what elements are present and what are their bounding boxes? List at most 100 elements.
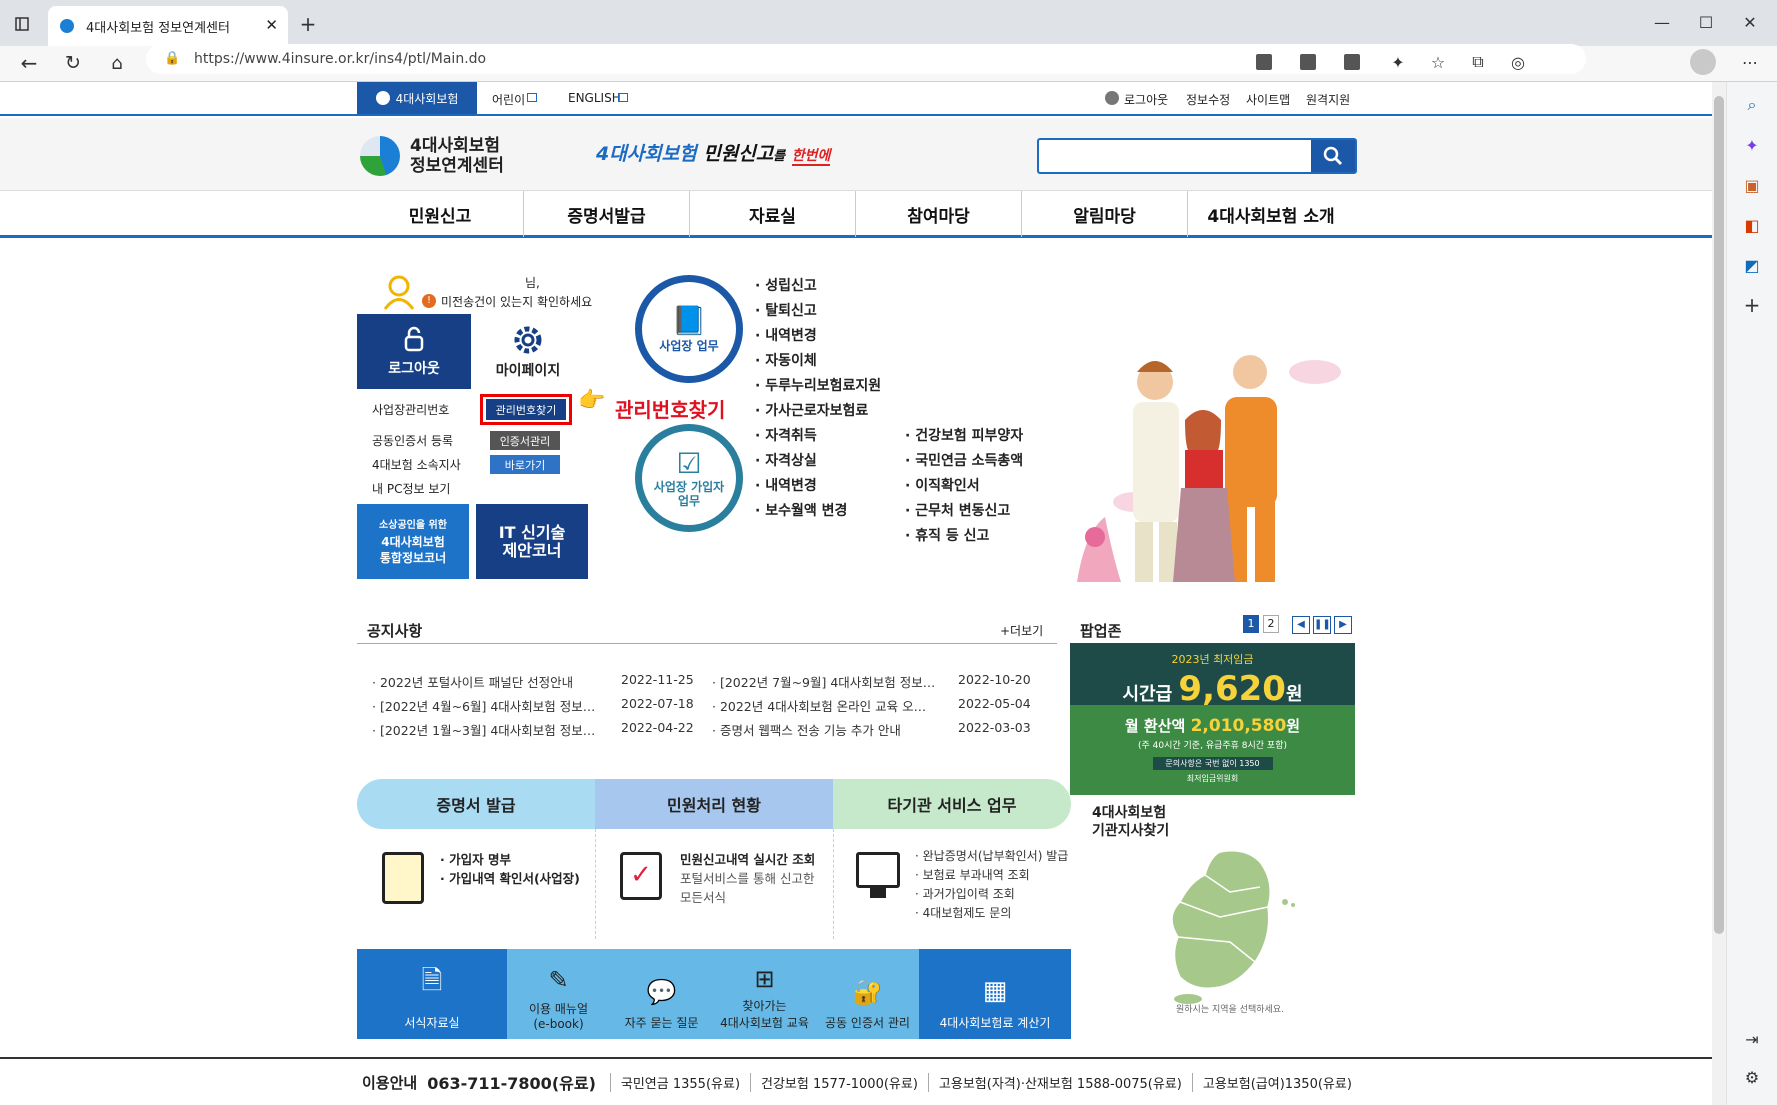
quick-forms[interactable]: 🗎 서식자료실 [357, 949, 507, 1039]
logo-mark-icon[interactable] [360, 136, 400, 176]
biz-item[interactable]: · 건강보험 피부양자 [905, 425, 1023, 450]
biz-item[interactable]: · 자격취득 [755, 425, 847, 450]
link-pc-info[interactable]: 내 PC정보 보기 [372, 480, 450, 497]
english-link[interactable]: ENGLISH [568, 91, 621, 105]
link-workplace-number[interactable]: 사업장관리번호 [372, 401, 449, 418]
search-input[interactable] [1043, 144, 1305, 168]
notice-item[interactable]: · [2022년 4월~6월] 4대사회보험 정보… [372, 696, 595, 715]
biz-item[interactable]: · 이직확인서 [905, 475, 1023, 500]
page-scrollbar[interactable] [1712, 82, 1726, 1105]
biz-item[interactable]: · 가사근로자보험료 [755, 400, 881, 425]
popup-next-icon[interactable]: ▶ [1334, 616, 1352, 634]
home-icon[interactable]: ⌂ [104, 50, 130, 76]
add-sidebar-icon[interactable]: + [1739, 292, 1765, 318]
popup-pause-icon[interactable]: ❚❚ [1313, 616, 1331, 634]
cert-item[interactable]: · 가입내역 확인서(사업장) [440, 869, 580, 888]
quick-cert-manage[interactable]: 🔐 공동 인증서 관리 [816, 949, 919, 1039]
korea-map[interactable] [1150, 847, 1300, 1007]
notice-item[interactable]: · [2022년 7월~9월] 4대사회보험 정보… [712, 672, 935, 691]
nav-participation[interactable]: 참여마당 [856, 191, 1022, 237]
nav-civil-report[interactable]: 민원신고 [357, 191, 524, 237]
search-button[interactable] [1311, 140, 1355, 172]
edit-info-link[interactable]: 정보수정 [1186, 91, 1230, 108]
profile-avatar[interactable] [1690, 49, 1716, 75]
kids-link[interactable]: 어린이 [492, 91, 525, 108]
popup-page-2[interactable]: 2 [1263, 615, 1279, 633]
notice-item[interactable]: · [2022년 1월~3월] 4대사회보험 정보… [372, 720, 595, 739]
mypage-button[interactable]: 마이페이지 [471, 314, 585, 389]
nav-notice[interactable]: 알림마당 [1022, 191, 1188, 237]
quick-education[interactable]: ⊞ 찾아가는 4대사회보험 교육 [713, 949, 816, 1039]
office-icon[interactable]: ◧ [1739, 212, 1765, 238]
biz-item[interactable]: · 성립신고 [755, 275, 881, 300]
biz-item[interactable]: · 보수월액 변경 [755, 500, 847, 525]
tab-close-icon[interactable]: ✕ [265, 16, 278, 34]
outlook-icon[interactable]: ◩ [1739, 252, 1765, 278]
remote-support-link[interactable]: 원격지원 [1306, 91, 1350, 108]
shortcut-button[interactable]: 바로가기 [490, 455, 560, 474]
sidebar-search-icon[interactable]: ⌕ [1739, 92, 1765, 118]
cert-manage-button[interactable]: 인증서관리 [490, 431, 560, 450]
biz-item[interactable]: · 국민연금 소득총액 [905, 450, 1023, 475]
tab-civil-status[interactable]: 민원처리 현황 [595, 779, 833, 829]
logout-link[interactable]: 로그아웃 [1124, 91, 1168, 108]
find-number-button[interactable]: 관리번호찾기 [486, 399, 566, 420]
sitemap-link[interactable]: 사이트맵 [1246, 91, 1290, 108]
civil-status-info[interactable]: 민원신고내역 실시간 조회 포털서비스를 통해 신고한 모든서식 [680, 850, 815, 907]
agency-item[interactable]: · 4대보험제도 문의 [915, 904, 1068, 923]
brand-tab[interactable]: 4대사회보험 [357, 82, 477, 114]
nav-resources[interactable]: 자료실 [690, 191, 856, 237]
biz-item[interactable]: · 자동이체 [755, 350, 881, 375]
notice-item[interactable]: · 2022년 포털사이트 패널단 선정안내 [372, 672, 573, 691]
popup-prev-icon[interactable]: ◀ [1292, 616, 1310, 634]
minimize-icon[interactable]: — [1650, 10, 1674, 34]
extension-i-icon[interactable] [1342, 50, 1362, 74]
biz-item[interactable]: · 내역변경 [755, 475, 847, 500]
smb-banner[interactable]: 소상공인을 위한 4대사회보험 통합정보코너 [357, 504, 469, 579]
it-proposal-banner[interactable]: IT 신기술 제안코너 [476, 504, 588, 579]
biz-item[interactable]: · 자격상실 [755, 450, 847, 475]
copilot-icon[interactable]: ✦ [1739, 132, 1765, 158]
biz-item[interactable]: · 근무처 변동신고 [905, 500, 1023, 525]
maximize-icon[interactable]: ☐ [1694, 10, 1718, 34]
quick-manual[interactable]: ✎ 이용 매뉴얼 (e-book) [507, 949, 610, 1039]
member-task-circle[interactable]: ☑ 사업장 가입자 업무 [635, 424, 743, 532]
performance-icon[interactable]: ◎ [1506, 50, 1530, 74]
agency-item[interactable]: · 완납증명서(납부확인서) 발급 [915, 847, 1068, 866]
window-close-icon[interactable]: ✕ [1738, 10, 1762, 34]
nav-about[interactable]: 4대사회보험 소개 [1188, 191, 1354, 237]
min-wage-popup[interactable]: 2023년 최저임금 시간급 9,620원 월 환산액 2,010,580원 (… [1070, 643, 1355, 795]
nav-certificate[interactable]: 증명서발급 [524, 191, 690, 237]
quick-faq[interactable]: 💬 자주 묻는 질문 [610, 949, 713, 1039]
agency-item[interactable]: · 과거가입이력 조회 [915, 885, 1068, 904]
extension-s-icon[interactable] [1298, 50, 1318, 74]
notice-more-link[interactable]: +더보기 [1000, 622, 1043, 639]
tab-certificate-issue[interactable]: 증명서 발급 [357, 779, 595, 829]
more-icon[interactable]: ⋯ [1738, 50, 1762, 74]
biz-item[interactable]: · 탈퇴신고 [755, 300, 881, 325]
back-icon[interactable]: ← [16, 50, 42, 76]
biz-item[interactable]: · 내역변경 [755, 325, 881, 350]
notice-item[interactable]: · 증명서 웹팩스 전송 기능 추가 안내 [712, 720, 901, 739]
cert-item[interactable]: · 가입자 명부 [440, 850, 580, 869]
favorites-icon[interactable]: ☆ [1426, 50, 1450, 74]
url-bar[interactable]: 🔒 https://www.4insure.or.kr/ins4/ptl/Mai… [146, 44, 1586, 74]
collections-icon[interactable]: ⧉ [1466, 50, 1490, 74]
logout-button[interactable]: 로그아웃 [357, 314, 471, 389]
agency-item[interactable]: · 보험료 부과내역 조회 [915, 866, 1068, 885]
extensions-puzzle-icon[interactable]: ✦ [1386, 50, 1410, 74]
new-tab-icon[interactable]: + [296, 12, 320, 36]
biz-item[interactable]: · 두루누리보험료지원 [755, 375, 881, 400]
popup-page-1[interactable]: 1 [1243, 615, 1259, 633]
scrollbar-thumb[interactable] [1714, 96, 1724, 934]
link-cert-register[interactable]: 공동인증서 등록 [372, 432, 453, 449]
settings-icon[interactable]: ⚙ [1739, 1064, 1765, 1090]
biz-item[interactable]: · 휴직 등 신고 [905, 525, 1023, 550]
tab-other-agency[interactable]: 타기관 서비스 업무 [833, 779, 1071, 829]
link-branch[interactable]: 4대보험 소속지사 [372, 456, 461, 473]
quick-calculator[interactable]: ▦ 4대사회보험료 계산기 [919, 949, 1071, 1039]
workplace-task-circle[interactable]: 📘 사업장 업무 [635, 275, 743, 383]
notice-item[interactable]: · 2022년 4대사회보험 온라인 교육 오… [712, 696, 926, 715]
browser-tab-active[interactable]: 4대사회보험 정보연계센터 ✕ [48, 6, 288, 46]
shopping-icon[interactable]: ▣ [1739, 172, 1765, 198]
